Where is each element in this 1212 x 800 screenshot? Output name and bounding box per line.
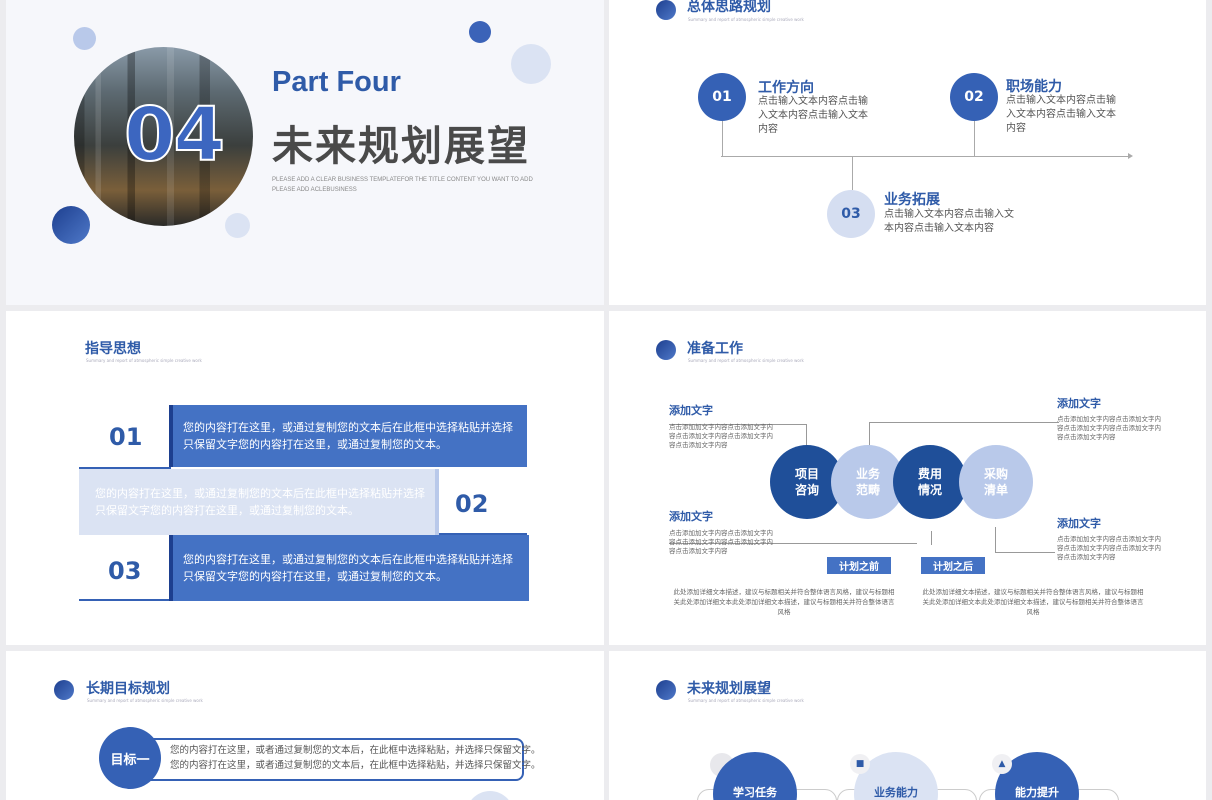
- slide-subtitle: Summary and report of atmospheric simple…: [86, 358, 202, 363]
- slide-part-four-cover[interactable]: 04 Part Four 未来规划展望 PLEASE ADD A CLEAR B…: [6, 0, 604, 305]
- before-plan-text: 此处添加详细文本描述，建议与标题相关并符合整体语言风格，建议与标题相关此处添加详…: [673, 588, 895, 616]
- label-heading: 添加文字: [1057, 517, 1101, 530]
- step-heading: 工作方向: [758, 80, 814, 96]
- slide-subtitle: Summary and report of atmospheric simple…: [87, 698, 203, 703]
- connector-line: [995, 527, 996, 553]
- timeline-arrow: [1128, 153, 1133, 159]
- label-heading: 添加文字: [669, 404, 713, 417]
- row-number-02: 02: [455, 490, 489, 518]
- circle-cost-situation: 费用 情况: [893, 445, 967, 519]
- step-heading: 业务拓展: [884, 192, 940, 208]
- row-band-01: 您的内容打在这里，或通过复制您的文本后在此框中选择粘贴并选择只保留文字您的内容打…: [169, 405, 527, 467]
- label-heading: 添加文字: [1057, 397, 1101, 410]
- slide-subtitle: Summary and report of atmospheric simple…: [688, 358, 804, 363]
- label-text: 点击添加加文字内容点击添加文字内容点击添加文字内容点击添加文字内容点击添加文字内…: [1057, 415, 1161, 441]
- row-number-03: 03: [108, 557, 142, 585]
- slide-subtitle: Summary and report of atmospheric simple…: [688, 698, 804, 703]
- decor-circle: [73, 27, 96, 50]
- slide-title: 指导思想: [85, 341, 141, 357]
- row-text: 您的内容打在这里，或通过复制您的文本后在此框中选择粘贴并选择只保留文字您的内容打…: [95, 487, 425, 517]
- header-dot: [656, 0, 676, 20]
- tag-after-plan: 计划之后: [921, 557, 985, 574]
- connector-line: [869, 422, 1059, 423]
- item-label: 业务能力: [874, 786, 918, 799]
- section-title: 未来规划展望: [272, 122, 530, 170]
- label-text: 点击添加加文字内容点击添加文字内容点击添加文字内容点击添加文字内容点击添加文字内…: [669, 423, 773, 449]
- step-heading: 职场能力: [1006, 79, 1062, 95]
- header-dot: [656, 680, 676, 700]
- circle-purchase-list: 采购 清单: [959, 445, 1033, 519]
- slide-subtitle: Summary and report of atmospheric simple…: [688, 17, 804, 22]
- row-text: 您的内容打在这里，或通过复制您的文本后在此框中选择粘贴并选择只保留文字您的内容打…: [183, 553, 513, 583]
- timeline-tick: [852, 156, 853, 190]
- item-label: 能力提升: [1015, 786, 1059, 799]
- step-text: 点击输入文本内容点击输入文本内容点击输入文本内容: [1006, 95, 1116, 134]
- step-text: 点击输入文本内容点击输入文本内容点击输入文本内容: [758, 96, 868, 135]
- decor-circle: [511, 44, 551, 84]
- decor-circle: [225, 213, 250, 238]
- step-circle-02: 02: [950, 73, 998, 121]
- step-circle-01: 01: [698, 73, 746, 121]
- goal-text: 您的内容打在这里，或者通过复制您的文本后，在此框中选择粘贴，并选择只保留文字。 …: [170, 745, 541, 771]
- item-label: 学习任务: [733, 786, 777, 799]
- slide-overall-plan[interactable]: 总体思路规划 Summary and report of atmospheric…: [609, 0, 1206, 305]
- slide-title: 总体思路规划: [687, 0, 771, 15]
- timeline-tick: [974, 120, 975, 156]
- section-number: 04: [123, 91, 226, 179]
- briefcase-icon: ■: [850, 754, 870, 774]
- decor-circle: [466, 791, 514, 800]
- part-label: Part Four: [272, 66, 401, 98]
- timeline-tick: [722, 120, 723, 156]
- row-band-03: 您的内容打在这里，或通过复制您的文本后在此框中选择粘贴并选择只保留文字您的内容打…: [169, 535, 529, 601]
- row-number-01: 01: [109, 423, 143, 451]
- timeline-line: [721, 156, 1131, 157]
- slide-guiding-ideas[interactable]: 指导思想 Summary and report of atmospheric s…: [6, 311, 604, 645]
- connector-line: [995, 552, 1055, 553]
- header-dot: [656, 340, 676, 360]
- row-band-02: 您的内容打在这里，或通过复制您的文本后在此框中选择粘贴并选择只保留文字您的内容打…: [79, 469, 439, 535]
- step-circle-03: 03: [827, 190, 875, 238]
- after-plan-text: 此处添加详细文本描述，建议与标题相关并符合整体语言风格，建议与标题相关此处添加详…: [922, 588, 1144, 616]
- section-description: PLEASE ADD A CLEAR BUSINESS TEMPLATEFOR …: [272, 177, 533, 193]
- step-text: 点击输入文本内容点击输入文本内容点击输入文本内容: [884, 209, 1014, 234]
- label-heading: 添加文字: [669, 510, 713, 523]
- hierarchy-icon: ▲: [992, 754, 1012, 774]
- connector-line: [869, 422, 870, 446]
- connector-line: [931, 531, 932, 545]
- slide-future-outlook[interactable]: 未来规划展望 Summary and report of atmospheric…: [609, 651, 1206, 800]
- decor-circle: [469, 21, 491, 43]
- slide-long-term-goals[interactable]: 长期目标规划 Summary and report of atmospheric…: [6, 651, 604, 800]
- header-dot: [54, 680, 74, 700]
- label-text: 点击添加加文字内容点击添加文字内容点击添加文字内容点击添加文字内容点击添加文字内…: [1057, 535, 1161, 561]
- tag-before-plan: 计划之前: [827, 557, 891, 574]
- row-text: 您的内容打在这里，或通过复制您的文本后在此框中选择粘贴并选择只保留文字您的内容打…: [183, 421, 513, 451]
- label-text: 点击添加加文字内容点击添加文字内容点击添加文字内容点击添加文字内容点击添加文字内…: [669, 529, 773, 555]
- slide-preparation[interactable]: 准备工作 Summary and report of atmospheric s…: [609, 311, 1206, 645]
- slide-title: 长期目标规划: [86, 681, 170, 697]
- decor-circle: [52, 206, 90, 244]
- slide-title: 未来规划展望: [687, 681, 771, 697]
- slide-title: 准备工作: [687, 341, 743, 357]
- goal-badge: 目标一: [99, 727, 161, 789]
